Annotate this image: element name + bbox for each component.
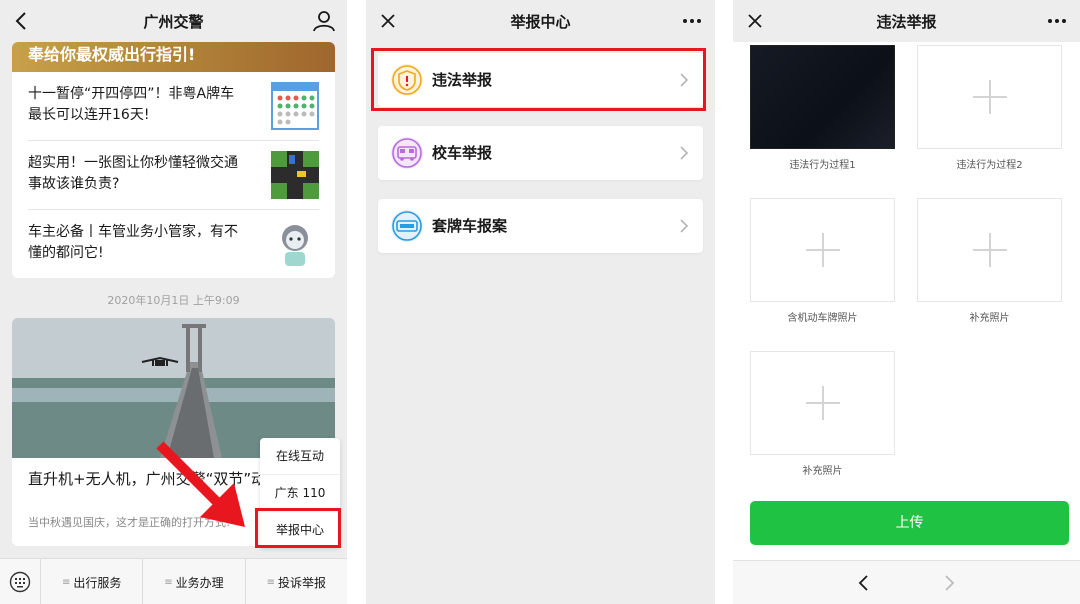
photo-label: 补充照片 [969, 313, 1010, 324]
official-account-panel: 广州交警 奉给你最权威出行指引! 十一暂停“开四停四”！非粤A牌车最长可以连开1… [0, 0, 347, 604]
browser-nav-bar [733, 560, 1080, 604]
more-icon[interactable] [1044, 9, 1070, 33]
close-icon[interactable] [376, 9, 400, 33]
calendar-thumbnail [271, 82, 319, 130]
mascot-thumbnail [282, 225, 308, 266]
keyboard-toggle[interactable] [0, 559, 41, 604]
chevron-right-icon [680, 219, 689, 233]
page-title: 违法举报 [876, 12, 937, 31]
add-icon [972, 80, 1007, 114]
item-label: 套牌车报案 [432, 217, 508, 235]
menu-icon: ≡ [266, 576, 275, 588]
menu-item-guangdong-110[interactable]: 广东 110 [260, 475, 340, 512]
banner[interactable]: 奉给你最权威出行指引! [12, 42, 335, 72]
navbar: 违法举报 [733, 0, 1080, 42]
report-fake-plate-item[interactable]: 套牌车报案 [378, 199, 703, 253]
menu-icon: ≡ [61, 576, 71, 588]
intersection-thumbnail [271, 151, 319, 199]
close-icon[interactable] [743, 9, 767, 33]
navbar: 广州交警 [0, 0, 347, 42]
menu-complaint[interactable]: ≡ 投诉举报 [246, 559, 347, 604]
profile-icon[interactable] [311, 9, 337, 33]
page-title: 举报中心 [510, 12, 571, 31]
photo-upload-slot[interactable] [917, 45, 1062, 149]
page-title: 广州交警 [143, 12, 204, 31]
news-title: 车主必备丨车管业务小管家，有不懂的都问它! [28, 224, 238, 261]
more-icon[interactable] [679, 9, 705, 33]
red-arrow-annotation [156, 441, 245, 527]
account-menu-bar: ≡ 出行服务 ≡ 业务办理 ≡ 投诉举报 [0, 558, 347, 604]
photo-label: 违法行为过程1 [789, 160, 856, 171]
list-item[interactable]: 车主必备丨车管业务小管家，有不懂的都问它! [28, 210, 319, 278]
news-card: 奉给你最权威出行指引! 十一暂停“开四停四”！非粤A牌车最长可以连开16天! 超… [12, 42, 335, 278]
back-arrow-icon[interactable] [857, 575, 871, 591]
menu-item-online-interaction[interactable]: 在线互动 [260, 438, 340, 475]
license-plate-icon [391, 210, 423, 242]
menu-travel-service[interactable]: ≡ 出行服务 [41, 559, 144, 604]
highlight-box [255, 508, 341, 548]
navbar: 举报中心 [366, 0, 715, 42]
add-icon [805, 233, 840, 267]
photo-label: 违法行为过程2 [956, 160, 1023, 171]
item-label: 校车举报 [432, 144, 493, 162]
upload-button[interactable]: 上传 [750, 501, 1069, 545]
menu-icon: ≡ [164, 576, 173, 588]
chevron-right-icon [680, 146, 689, 160]
report-school-bus-item[interactable]: 校车举报 [378, 126, 703, 180]
highlight-box [371, 48, 706, 111]
violation-report-panel: 违法举报 违法行为过程1 违法行为过程2 含机动车牌照片 补充照片 补充照片 上… [733, 0, 1080, 604]
forward-arrow-icon[interactable] [942, 575, 956, 591]
news-title: 超实用！一张图让你秒懂轻微交通事故该谁负责? [28, 155, 238, 192]
photo-label: 含机动车牌照片 [787, 313, 858, 324]
photo-upload-slot[interactable] [917, 198, 1062, 302]
photo-label: 补充照片 [802, 466, 843, 477]
list-item[interactable]: 超实用！一张图让你秒懂轻微交通事故该谁负责? [28, 141, 319, 210]
photo-slot-filled[interactable] [750, 45, 895, 149]
photo-upload-slot[interactable] [750, 351, 895, 455]
menu-label: 投诉举报 [278, 575, 327, 590]
report-center-panel: 举报中心 违法举报 校车举报 套牌车报案 [366, 0, 715, 604]
bus-icon [391, 137, 423, 169]
news-title: 十一暂停“开四停四”！非粤A牌车最长可以连开16天! [28, 86, 235, 123]
keyboard-icon [9, 571, 31, 593]
back-icon[interactable] [10, 9, 34, 33]
menu-label: 业务办理 [175, 575, 224, 590]
list-item[interactable]: 十一暂停“开四停四”！非粤A牌车最长可以连开16天! [28, 72, 319, 141]
add-icon [805, 386, 840, 420]
menu-business[interactable]: ≡ 业务办理 [143, 559, 246, 604]
photo-upload-slot[interactable] [750, 198, 895, 302]
menu-label: 出行服务 [73, 575, 122, 590]
message-timestamp: 2020年10月1日 上午9:09 [107, 294, 240, 307]
add-icon [972, 233, 1007, 267]
